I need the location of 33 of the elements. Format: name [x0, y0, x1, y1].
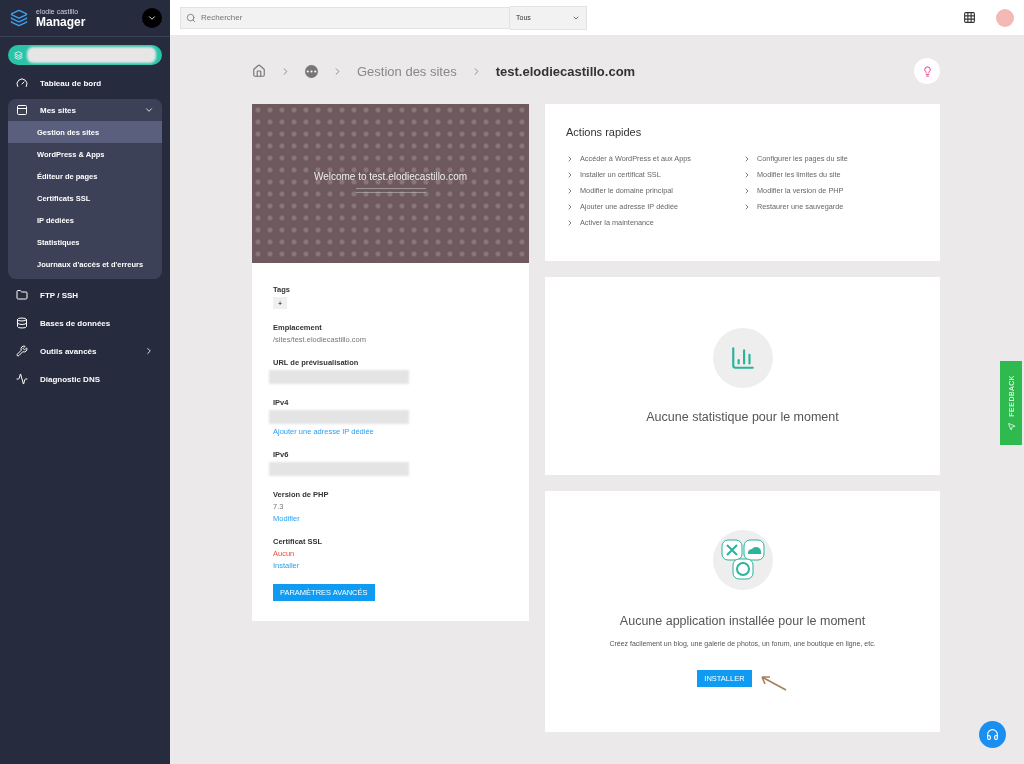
nav-icon — [16, 373, 28, 385]
home-icon[interactable] — [252, 64, 266, 78]
search-field[interactable]: Rechercher — [180, 6, 510, 29]
avatar[interactable] — [996, 8, 1014, 27]
search-icon — [186, 12, 196, 23]
more-icon[interactable] — [305, 64, 318, 78]
breadcrumb-item: test.elodiecastillo.com — [495, 63, 636, 79]
card-title: Actions rapides — [566, 126, 643, 138]
nav-item[interactable]: Diagnostic DNS — [0, 365, 170, 393]
empty-stats-message: Aucune statistique pour le moment — [646, 410, 839, 424]
nav-item[interactable]: Bases de données — [0, 309, 170, 337]
site-selector[interactable] — [8, 45, 162, 65]
nav-item[interactable]: Tableau de bord — [0, 69, 170, 97]
nav-item[interactable]: Outils avancés — [0, 337, 170, 365]
preview-title: Welcome to test.elodiecastillo.com — [313, 171, 468, 182]
nav-item[interactable]: FTP / SSH — [0, 281, 170, 309]
lightbulb-icon[interactable] — [914, 58, 940, 84]
cursor-icon — [1006, 422, 1016, 432]
empty-apps-title: Aucune application installée pour le moment — [619, 614, 866, 628]
nav-icon — [16, 77, 28, 89]
nav-icon — [16, 104, 28, 116]
nav-icon — [16, 345, 28, 357]
layers-icon — [14, 50, 23, 60]
nav-item[interactable]: Mes sites — [8, 99, 162, 121]
logo-icon — [10, 9, 28, 27]
app-title: Manager — [36, 14, 87, 29]
apps-grid-icon[interactable] — [963, 11, 976, 24]
chevron-right-icon — [144, 346, 154, 356]
nav-icon — [16, 289, 28, 301]
nav-icon — [16, 317, 28, 329]
headset-icon — [986, 728, 999, 741]
support-chat-button[interactable] — [979, 721, 1006, 748]
app-icons-drawing — [718, 537, 767, 583]
